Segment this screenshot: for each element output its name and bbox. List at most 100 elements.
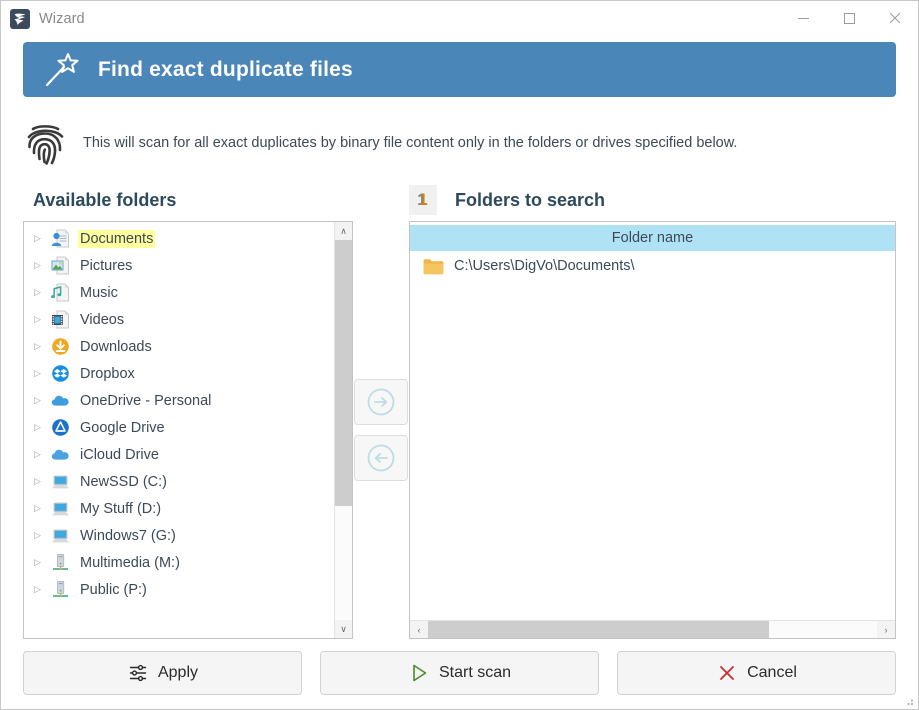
- tree-item-pictures[interactable]: ▷ Pictures: [24, 252, 334, 279]
- footer-actions: Apply Start scan Cancel: [23, 651, 896, 695]
- wizard-swirl-icon: [10, 9, 30, 29]
- folder-name-column-header[interactable]: Folder name: [410, 222, 895, 251]
- tree-item-label: Public (P:): [80, 581, 147, 598]
- chevron-right-icon[interactable]: ▷: [34, 585, 50, 594]
- tree-item-label: Downloads: [80, 338, 152, 355]
- tree-item-label: Multimedia (M:): [80, 554, 180, 571]
- sliders-icon: [127, 662, 149, 684]
- google-drive-icon: [50, 418, 70, 438]
- magic-wand-icon: [40, 48, 84, 92]
- tree-vertical-scrollbar[interactable]: ∧ ∨: [334, 222, 352, 638]
- tree-item-label: OneDrive - Personal: [80, 392, 212, 409]
- tree-item-label: Google Drive: [80, 419, 165, 436]
- add-folder-button[interactable]: [354, 379, 408, 425]
- downloads-icon: [50, 337, 70, 357]
- tree-list: ▷ Documents ▷ Pictures ▷ Music ▷ Videos …: [24, 222, 334, 638]
- play-triangle-icon: [408, 662, 430, 684]
- panes: ▷ Documents ▷ Pictures ▷ Music ▷ Videos …: [23, 221, 896, 639]
- wizard-banner: Find exact duplicate files: [23, 42, 896, 97]
- description-row: This will scan for all exact duplicates …: [23, 115, 896, 171]
- tree-item-label: Music: [80, 284, 118, 301]
- tree-item-downloads[interactable]: ▷ Downloads: [24, 333, 334, 360]
- documents-folder-icon: [50, 229, 70, 249]
- fingerprint-icon: [23, 119, 69, 167]
- maximize-button[interactable]: [826, 1, 872, 35]
- chevron-right-icon[interactable]: ▷: [34, 288, 50, 297]
- window-title: Wizard: [39, 11, 85, 27]
- tree-item-public-p[interactable]: ▷ Public (P:): [24, 576, 334, 603]
- horizontal-scroll-track[interactable]: [428, 621, 877, 638]
- chevron-right-icon[interactable]: ▷: [34, 477, 50, 486]
- onedrive-cloud-icon: [50, 391, 70, 411]
- tree-item-icloud-drive[interactable]: ▷ iCloud Drive: [24, 441, 334, 468]
- tree-item-multimedia-m[interactable]: ▷ Multimedia (M:): [24, 549, 334, 576]
- list-horizontal-scrollbar[interactable]: ‹ ›: [410, 620, 895, 638]
- pictures-folder-icon: [50, 256, 70, 276]
- available-folders-tree[interactable]: ▷ Documents ▷ Pictures ▷ Music ▷ Videos …: [23, 221, 353, 639]
- network-drive-icon: [50, 580, 70, 600]
- close-button[interactable]: [872, 1, 918, 35]
- tree-item-label: NewSSD (C:): [80, 473, 168, 490]
- x-mark-icon: [716, 662, 738, 684]
- tree-item-windows7-g[interactable]: ▷ Windows7 (G:): [24, 522, 334, 549]
- chevron-right-icon[interactable]: ▷: [34, 450, 50, 459]
- list-item[interactable]: C:\Users\DigVo\Documents\: [410, 251, 895, 281]
- tree-item-label: Pictures: [80, 257, 133, 274]
- close-icon: [889, 12, 901, 24]
- network-drive-icon: [50, 553, 70, 573]
- drive-computer-icon: [50, 526, 70, 546]
- chevron-right-icon[interactable]: ▷: [34, 558, 50, 567]
- vertical-scroll-thumb[interactable]: [335, 240, 352, 506]
- chevron-right-icon[interactable]: ▷: [34, 261, 50, 270]
- tree-item-label: Documents: [78, 229, 156, 248]
- tree-item-google-drive[interactable]: ▷ Google Drive: [24, 414, 334, 441]
- tree-item-documents[interactable]: ▷ Documents: [24, 225, 334, 252]
- folders-list-body: C:\Users\DigVo\Documents\: [410, 251, 895, 620]
- description-text: This will scan for all exact duplicates …: [83, 135, 738, 151]
- transfer-buttons: [353, 221, 409, 639]
- drive-computer-icon: [50, 472, 70, 492]
- window-controls: [780, 1, 918, 37]
- folder-path-text: C:\Users\DigVo\Documents\: [454, 258, 635, 274]
- vertical-scroll-track[interactable]: [335, 240, 352, 620]
- available-folders-heading: Available folders: [33, 189, 177, 210]
- tree-item-label: Videos: [80, 311, 125, 328]
- chevron-right-icon[interactable]: ▷: [34, 369, 50, 378]
- videos-folder-icon: [50, 310, 70, 330]
- tree-item-videos[interactable]: ▷ Videos: [24, 306, 334, 333]
- folders-to-search-heading-group: 1 Folders to search: [409, 185, 605, 215]
- minimize-button[interactable]: [780, 1, 826, 35]
- scroll-down-button[interactable]: ∨: [335, 620, 352, 638]
- scroll-left-button[interactable]: ‹: [410, 621, 428, 638]
- title-bar: Wizard: [1, 1, 918, 37]
- chevron-right-icon[interactable]: ▷: [34, 423, 50, 432]
- remove-folder-button[interactable]: [354, 435, 408, 481]
- start-scan-button[interactable]: Start scan: [320, 651, 599, 695]
- icloud-cloud-icon: [50, 445, 70, 465]
- cancel-button-label: Cancel: [747, 664, 797, 681]
- chevron-right-icon[interactable]: ▷: [34, 315, 50, 324]
- tree-item-label: My Stuff (D:): [80, 500, 162, 517]
- arrow-left-icon: [367, 444, 395, 472]
- chevron-right-icon[interactable]: ▷: [34, 342, 50, 351]
- step-number-value: 1: [418, 190, 428, 209]
- tree-item-music[interactable]: ▷ Music: [24, 279, 334, 306]
- chevron-right-icon[interactable]: ▷: [34, 504, 50, 513]
- chevron-right-icon[interactable]: ▷: [34, 531, 50, 540]
- cancel-button[interactable]: Cancel: [617, 651, 896, 695]
- horizontal-scroll-thumb[interactable]: [428, 621, 770, 638]
- folders-to-search-list[interactable]: Folder name C:\Users\DigVo\Documents\ ‹: [409, 221, 896, 639]
- resize-grip-icon[interactable]: [902, 694, 914, 706]
- chevron-right-icon[interactable]: ▷: [34, 396, 50, 405]
- tree-item-dropbox[interactable]: ▷ Dropbox: [24, 360, 334, 387]
- tree-item-my-stuff-d[interactable]: ▷ My Stuff (D:): [24, 495, 334, 522]
- scroll-up-button[interactable]: ∧: [335, 222, 352, 240]
- apply-button[interactable]: Apply: [23, 651, 302, 695]
- chevron-right-icon[interactable]: ▷: [34, 234, 50, 243]
- tree-item-onedrive-personal[interactable]: ▷ OneDrive - Personal: [24, 387, 334, 414]
- drive-computer-icon: [50, 499, 70, 519]
- start-scan-button-label: Start scan: [438, 664, 512, 681]
- tree-item-newssd-c[interactable]: ▷ NewSSD (C:): [24, 468, 334, 495]
- step-number-badge: 1: [409, 185, 437, 215]
- scroll-right-button[interactable]: ›: [877, 621, 895, 638]
